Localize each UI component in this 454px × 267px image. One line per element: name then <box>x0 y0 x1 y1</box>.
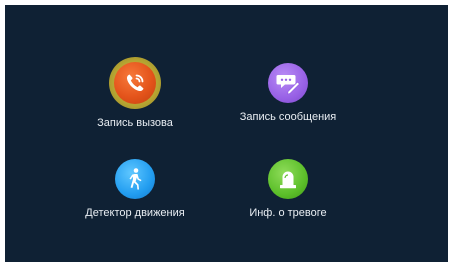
message-edit-icon <box>268 63 308 103</box>
alarm-info-label: Инф. о тревоге <box>249 207 327 219</box>
call-record-label: Запись вызова <box>97 117 173 129</box>
message-record-button[interactable]: Запись сообщения <box>223 63 353 124</box>
phone-call-icon <box>114 62 156 104</box>
walking-person-icon <box>115 159 155 199</box>
alarm-info-button[interactable]: Инф. о тревоге <box>223 159 353 220</box>
menu-screen: Запись вызова Запись сообщения Детектор … <box>5 5 448 262</box>
selection-highlight <box>109 57 161 109</box>
alarm-siren-icon <box>268 159 308 199</box>
call-record-button[interactable]: Запись вызова <box>70 57 200 130</box>
motion-detector-label: Детектор движения <box>85 207 185 219</box>
motion-detector-button[interactable]: Детектор движения <box>70 159 200 220</box>
message-record-label: Запись сообщения <box>239 111 337 123</box>
